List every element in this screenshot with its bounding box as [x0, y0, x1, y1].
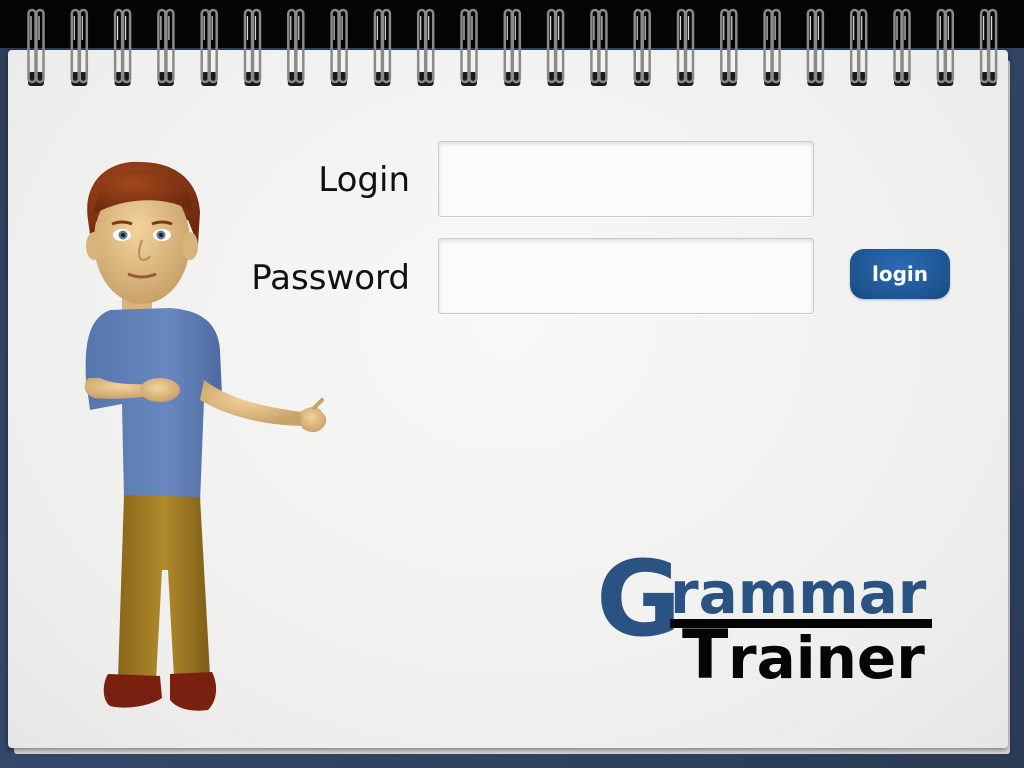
- login-button[interactable]: login: [850, 249, 950, 299]
- binding-ring: [546, 8, 565, 86]
- binding-ring: [676, 8, 695, 86]
- binding-ring: [157, 8, 175, 86]
- binding-ring: [720, 8, 738, 86]
- binding-ring: [113, 8, 132, 86]
- spiral-rings-icon: [27, 8, 998, 86]
- password-input[interactable]: [438, 238, 814, 314]
- binding-ring: [936, 8, 955, 86]
- binding-ring: [806, 8, 825, 86]
- binding-ring: [590, 8, 608, 86]
- character-illustration: [84, 161, 327, 711]
- binding-ring: [27, 8, 45, 86]
- binding-ring: [460, 8, 478, 86]
- logo-letter-g: G: [596, 538, 681, 660]
- grammar-trainer-logo: G rammar T rainer: [596, 538, 932, 695]
- binding-ring: [763, 8, 781, 86]
- login-screen: { "form": { "login_label": "Login", "pas…: [0, 0, 1024, 768]
- binding-ring: [849, 8, 868, 86]
- binding-ring: [416, 8, 435, 86]
- login-input[interactable]: [438, 141, 814, 217]
- binding-ring: [979, 8, 998, 86]
- binding-ring: [70, 8, 89, 86]
- binding-ring: [373, 8, 392, 86]
- binding-ring: [243, 8, 262, 86]
- binding-ring: [200, 8, 218, 86]
- password-label: Password: [251, 258, 410, 298]
- binding-ring: [330, 8, 348, 86]
- binding-ring: [503, 8, 522, 86]
- binding-ring: [287, 8, 305, 86]
- binding-ring: [893, 8, 911, 86]
- logo-word-trainer: rainer: [728, 624, 925, 692]
- binding-ring: [633, 8, 651, 86]
- login-label: Login: [318, 160, 410, 200]
- logo-letter-t: T: [682, 616, 729, 695]
